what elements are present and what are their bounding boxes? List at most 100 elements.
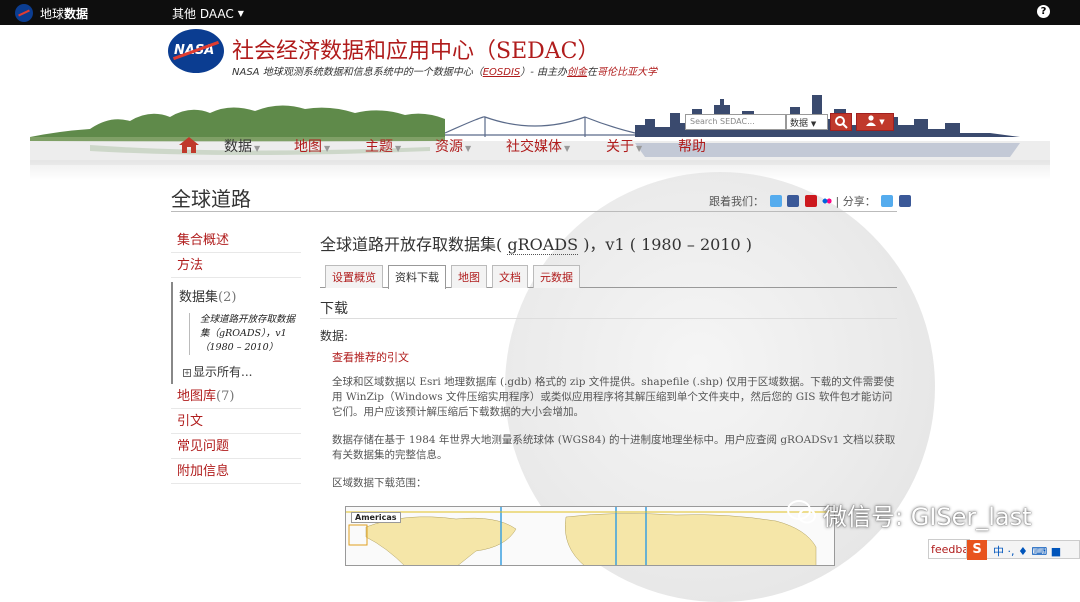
search-scope-value: 数据 [790,119,809,129]
map-region-label: Americas [351,512,401,523]
nasa-logo-text: NASA [174,43,215,58]
title-divider [171,211,897,212]
sidebar: 集合概述 方法 数据集(2) 全球道路开放存取数据集（gROADS），v1（19… [171,228,301,484]
nav-label: 帮助 [678,139,706,155]
map-gallery-label: 地图库 [177,389,217,404]
search-icon [835,116,848,129]
sogou-ime-icon[interactable]: S [967,540,987,560]
sidebar-item-overview[interactable]: 集合概述 [171,228,301,253]
daac-label: 其他 DAAC [172,7,234,21]
nav-item-resources[interactable]: 资源 ▼ [435,136,471,156]
youtube-icon[interactable] [804,195,817,207]
search-input[interactable]: Search SEDAC... [685,114,786,130]
datasets-label: 数据集 [179,290,219,305]
search-button[interactable] [830,113,852,131]
brand-prefix: 地球 [40,7,65,21]
caret-down-icon: ▼ [636,144,643,153]
subtitle-part: ）- 由主办 [520,67,568,78]
format-paragraph: 全球和区域数据以 Esri 地理数据库 (.gdb) 格式的 zip 文件提供。… [332,376,895,418]
user-icon [866,115,877,126]
nav-item-maps[interactable]: 地图 ▼ [294,136,330,156]
sidebar-item-methods[interactable]: 方法 [171,253,301,278]
subtitle-part: NASA 地球观测系统数据和信息系统中的一个数据中心（ [232,67,483,78]
projection-paragraph: 数据存储在基于 1984 年世界大地测量系统球体 (WGS84) 的十进制度地理… [332,434,896,461]
regional-extent-label: 区域数据下载范围： [332,477,427,489]
top-bar: 地球数据 其他 DAAC ▼ ? [0,0,1080,25]
nav-item-themes[interactable]: 主题 ▼ [365,136,401,156]
title-part: )，v1 ( 1980 – 2010 ) [583,235,753,254]
flickr-icon[interactable] [822,195,832,207]
nav-item-help[interactable]: 帮助 [678,136,706,156]
show-all-toggle[interactable]: + 显示所有... [183,363,301,380]
twitter-share-icon[interactable] [881,195,894,207]
sidebar-item-citation[interactable]: 引文 [171,409,301,434]
other-daac-dropdown[interactable]: 其他 DAAC ▼ [172,5,244,22]
tab-metadata[interactable]: 元数据 [533,265,580,288]
tab-data-download[interactable]: 资料下载 [388,265,446,289]
nav-item-about[interactable]: 关于 ▼ [606,136,642,156]
brand-bold: 数据 [64,7,89,21]
expand-icon: + [183,369,191,377]
page-title: 全球道路 [171,187,251,211]
title-abbr: gROADS [507,235,579,255]
facebook-share-icon[interactable] [898,195,911,207]
nav-label: 资源 [435,139,463,155]
twitter-icon[interactable] [769,195,782,207]
ciesin-link[interactable]: 创金 [567,67,587,78]
nav-label: 数据 [224,139,252,155]
caret-down-icon: ▼ [254,144,261,153]
sidebar-dataset-item[interactable]: 全球道路开放存取数据集（gROADS），v1（1980 – 2010） [189,313,301,355]
social-bar: 跟着我们： | 分享： [709,193,911,209]
subtitle-part: 在 [587,67,598,78]
data-label: 数据: [320,329,349,343]
nav-item-social-media[interactable]: 社交媒体 ▼ [506,136,570,156]
show-all-label: 显示所有... [193,365,253,379]
sidebar-item-faq[interactable]: 常见问题 [171,434,301,459]
nav-item-data[interactable]: 数据 ▼ [224,136,260,156]
search-scope-select[interactable]: 数据 ▼ [786,114,828,130]
tab-overview[interactable]: 设置概览 [325,265,383,288]
home-icon[interactable] [178,136,200,154]
caret-down-icon: ▼ [324,144,331,153]
map-gallery-count: (7) [216,389,235,404]
tab-maps[interactable]: 地图 [451,265,487,288]
caret-down-icon: ▼ [237,9,244,18]
sidebar-item-map-gallery[interactable]: 地图库(7) [171,384,301,409]
caret-down-icon: ▼ [564,144,571,153]
help-icon[interactable]: ? [1037,5,1050,18]
facebook-icon[interactable] [787,195,799,207]
dataset-tabs: 设置概览 资料下载 地图 文档 元数据 [320,262,897,289]
tab-documentation[interactable]: 文档 [492,265,528,288]
ime-toolbar[interactable]: S 中 ·, ♦ ⌨ ■ [966,540,1080,560]
nav-label: 关于 [606,139,634,155]
sidebar-item-additional-info[interactable]: 附加信息 [171,459,301,484]
feedback-button[interactable]: feedback [928,539,970,559]
recommended-citation-link[interactable]: 查看推荐的引文 [332,349,409,365]
ime-status: 中 ·, ♦ ⌨ ■ [993,545,1062,558]
caret-down-icon: ▼ [395,144,402,153]
nasa-meatball-icon[interactable] [15,4,33,22]
caret-down-icon: ▼ [810,120,817,128]
regional-download-map[interactable]: Americas [345,506,835,566]
datasets-count: (2) [218,290,237,305]
dataset-title: 全球道路开放存取数据集( gROADS )，v1 ( 1980 – 2010 ) [320,231,752,255]
download-heading: 下载 [320,301,348,317]
earthdata-brand[interactable]: 地球数据 [40,5,88,22]
share-label: | 分享： [835,195,876,208]
site-title[interactable]: 社会经济数据和应用中心（SEDAC） [232,33,600,65]
nav-reflection [30,160,1050,180]
eosdis-link[interactable]: EOSDIS [483,67,521,78]
caret-down-icon: ▼ [465,144,472,153]
title-part: 全球道路开放存取数据集( [320,235,503,254]
columbia-link[interactable]: 哥伦比亚大学 [597,67,657,78]
nav-label: 地图 [294,139,322,155]
caret-down-icon: ▼ [879,118,885,126]
sidebar-item-datasets[interactable]: 数据集(2) [179,286,301,305]
nav-label: 主题 [365,139,393,155]
user-menu-button[interactable]: ▼ [856,113,894,131]
site-subtitle: NASA 地球观测系统数据和信息系统中的一个数据中心（EOSDIS）- 由主办创… [232,63,657,78]
download-divider [320,318,897,319]
nasa-logo[interactable]: NASA [168,29,224,73]
world-map-graphic [346,507,834,565]
follow-label: 跟着我们： [709,195,764,208]
